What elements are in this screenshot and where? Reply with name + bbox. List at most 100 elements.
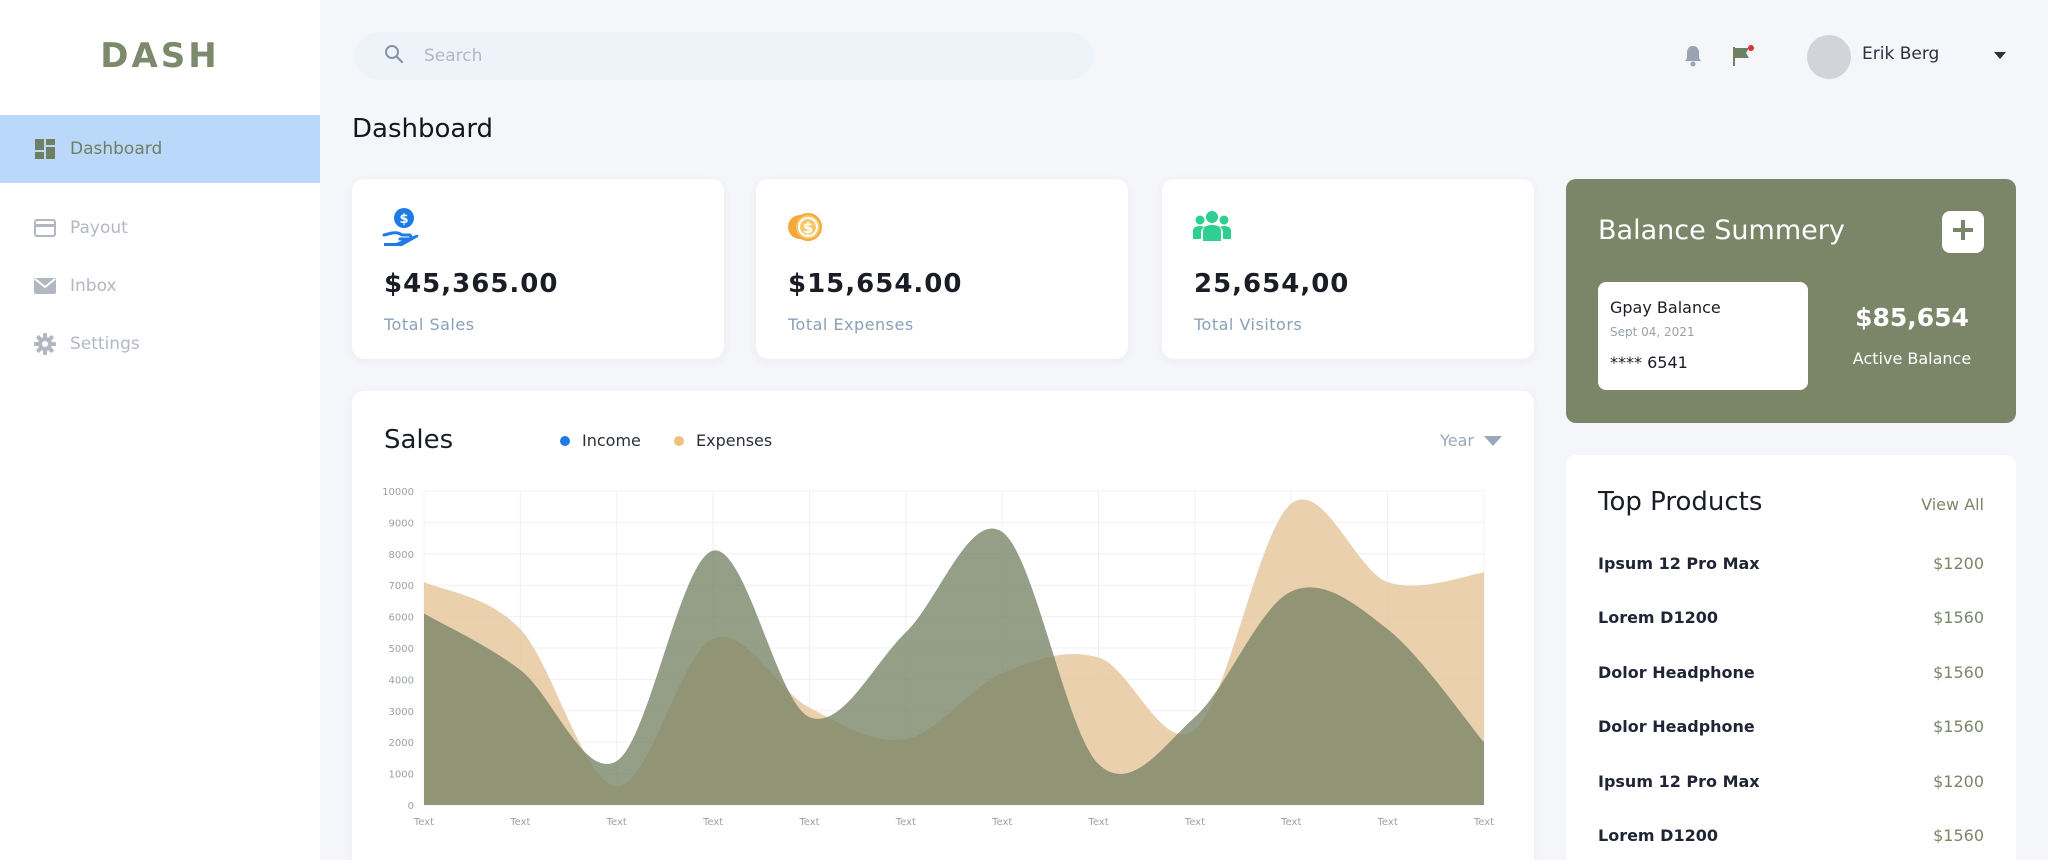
data-point-expenses [807,706,811,710]
y-tick-label: 10000 [382,487,414,498]
product-name: Ipsum 12 Pro Max [1598,771,1760,791]
product-name: Lorem D1200 [1598,608,1718,628]
product-price: $1560 [1933,717,1984,737]
add-button[interactable] [1942,211,1984,253]
data-point-income [1482,740,1486,744]
gpay-card[interactable]: Gpay Balance Sept 04, 2021 **** 6541 [1598,282,1808,390]
data-point-expenses [1000,671,1004,675]
x-tick-label: Text [798,817,819,828]
message-flag-icon[interactable] [1731,44,1755,68]
sidebar-item-label: Payout [70,218,128,238]
data-point-expenses [1193,728,1197,732]
list-item[interactable]: Lorem D1200 $1560 [1598,608,1984,627]
stat-card-total-expenses: $ $15,654.00 Total Expenses [756,179,1128,359]
y-tick-label: 7000 [389,581,414,592]
y-tick-label: 4000 [389,675,414,686]
svg-text:$: $ [803,219,813,237]
list-item[interactable]: Lorem D1200 $1560 [1598,826,1984,845]
product-price: $1200 [1933,554,1984,573]
data-point-income [615,759,619,763]
data-point-expenses [1386,580,1390,584]
sidebar-item-settings[interactable]: Settings [0,318,320,370]
list-item[interactable]: Ipsum 12 Pro Max $1200 [1598,772,1984,791]
product-price: $1560 [1933,608,1984,628]
plus-icon [1952,219,1974,245]
mail-icon [34,275,56,297]
product-price: $1200 [1933,771,1984,791]
list-item[interactable]: Dolor Headphone $1560 [1598,717,1984,736]
search-input[interactable] [424,46,1024,66]
data-point-income [518,668,522,672]
stat-card-total-sales: $ $45,365.00 Total Sales [352,179,724,359]
x-tick-label: Text [1377,817,1398,828]
x-tick-label: Text [1280,817,1301,828]
dashboard-icon [34,138,56,160]
x-tick-label: Text [1087,817,1108,828]
stat-label: Total Visitors [1194,315,1303,334]
stat-value: 25,654,00 [1194,269,1350,299]
list-item[interactable]: Ipsum 12 Pro Max $1200 [1598,554,1984,573]
data-point-income [1097,762,1101,766]
balance-title: Balance Summery [1598,215,1845,246]
user-name[interactable]: Erik Berg [1862,44,1939,64]
data-point-expenses [518,627,522,631]
data-point-expenses [422,580,426,584]
data-point-expenses [1482,571,1486,575]
stat-label: Total Sales [384,315,475,334]
x-tick-label: Text [991,817,1012,828]
users-icon [1192,207,1232,247]
product-name: Lorem D1200 [1598,826,1718,845]
sidebar: DASH Dashboard Payout Inbox Settings [0,0,320,860]
data-point-expenses [615,784,619,788]
x-tick-label: Text [1184,817,1205,828]
x-tick-label: Text [606,817,627,828]
y-tick-label: 1000 [389,770,414,781]
x-tick-label: Text [413,817,434,828]
search-bar[interactable] [354,32,1094,80]
gpay-title: Gpay Balance [1610,298,1721,317]
data-point-income [807,715,811,719]
gpay-date: Sept 04, 2021 [1610,325,1695,339]
sidebar-item-dashboard[interactable]: Dashboard [0,115,320,183]
svg-text:$: $ [399,212,408,227]
list-item[interactable]: Dolor Headphone $1560 [1598,663,1984,682]
stat-label: Total Expenses [788,315,914,334]
page-title: Dashboard [352,114,494,144]
sidebar-item-inbox[interactable]: Inbox [0,260,320,312]
data-point-income [904,630,908,634]
search-icon [384,44,404,68]
bell-icon[interactable] [1681,44,1705,68]
product-name: Dolor Headphone [1598,662,1755,682]
gpay-card-number: **** 6541 [1610,353,1688,372]
x-tick-label: Text [702,817,723,828]
data-point-income [1000,530,1004,534]
stat-value: $15,654.00 [788,269,963,299]
data-point-income [1289,589,1293,593]
data-point-income [711,549,715,553]
view-all-link[interactable]: View All [1921,495,1984,514]
top-products-card: Top Products View All Ipsum 12 Pro Max $1… [1566,455,2016,860]
x-tick-label: Text [509,817,530,828]
data-point-income [422,611,426,615]
avatar[interactable] [1807,35,1851,79]
y-tick-label: 5000 [389,644,414,655]
sales-chart-card: Sales Income Expenses Year 0 1000 2000 3000… [352,391,1534,860]
sales-chart: 0 1000 2000 3000 4000 5000 6000 7000 8000 9000 100… [382,487,1494,828]
y-tick-label: 2000 [389,738,414,749]
data-point-expenses [1289,502,1293,506]
y-tick-label: 6000 [389,613,414,624]
coins-icon: $ [786,207,826,247]
y-tick-label: 8000 [389,550,414,561]
chevron-down-icon[interactable] [1994,52,2006,59]
sidebar-item-label: Inbox [70,276,117,296]
data-point-expenses [904,737,908,741]
products-title: Top Products [1598,487,1763,517]
product-name: Dolor Headphone [1598,717,1755,737]
product-price: $1560 [1933,662,1984,682]
data-point-income [1193,715,1197,719]
balance-label: Active Balance [1852,349,1972,368]
sidebar-item-payout[interactable]: Payout [0,202,320,254]
data-point-expenses [1097,655,1101,659]
y-tick-label: 3000 [389,707,414,718]
y-tick-label: 0 [408,801,414,812]
